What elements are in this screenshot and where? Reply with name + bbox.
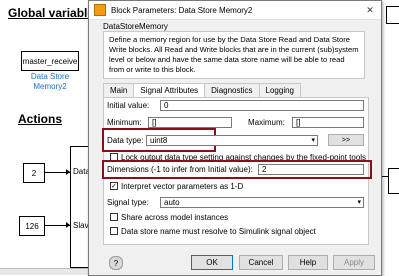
cancel-button[interactable]: Cancel bbox=[239, 255, 283, 270]
tab-logging[interactable]: Logging bbox=[258, 83, 301, 97]
data-store-memory-link[interactable]: Data Store Memory2 bbox=[20, 72, 80, 92]
share-across-instances-label: Share across model instances bbox=[121, 213, 229, 222]
maximum-label: Maximum: bbox=[248, 118, 285, 127]
minimum-label: Minimum: bbox=[107, 118, 142, 127]
data-type-assistant-button[interactable]: >> bbox=[328, 134, 364, 146]
interpret-vector-label: Interpret vector parameters as 1-D bbox=[121, 182, 244, 191]
signal-type-dropdown[interactable]: auto ▾ bbox=[160, 197, 364, 208]
apply-button[interactable]: Apply bbox=[333, 255, 375, 270]
constant-value-2: 126 bbox=[25, 221, 39, 231]
interpret-vector-checkbox[interactable]: ✓ bbox=[110, 182, 118, 190]
chevron-down-icon: ▾ bbox=[357, 199, 361, 206]
data-type-dropdown[interactable]: uint8 ▾ bbox=[146, 135, 318, 146]
data-store-block-text: master_receive bbox=[22, 56, 78, 66]
arrow-1-icon bbox=[66, 169, 70, 175]
signal-type-value: auto bbox=[164, 198, 180, 207]
dialog-title: Block Parameters: Data Store Memory2 bbox=[111, 5, 253, 15]
chevron-down-icon: ▾ bbox=[311, 137, 315, 144]
global-variables-heading: Global variables bbox=[8, 6, 101, 20]
constant-value-1: 2 bbox=[31, 168, 37, 178]
dialog-titlebar[interactable]: Block Parameters: Data Store Memory2 ✕ bbox=[89, 1, 381, 20]
ok-button[interactable]: OK bbox=[191, 255, 233, 270]
signal-attributes-panel: Initial value: 0 Minimum: [] Maximum: []… bbox=[102, 97, 372, 245]
initial-value-field[interactable]: 0 bbox=[160, 100, 364, 111]
dimensions-field[interactable]: 2 bbox=[258, 164, 364, 175]
tab-main[interactable]: Main bbox=[103, 83, 135, 97]
initial-value-label: Initial value: bbox=[107, 101, 150, 110]
constant-block-1[interactable]: 2 bbox=[23, 163, 45, 183]
data-store-memory-block[interactable]: master_receive bbox=[21, 51, 79, 71]
constant-block-2[interactable]: 126 bbox=[19, 216, 45, 236]
description-box: Define a memory region for use by the Da… bbox=[103, 31, 365, 79]
dimensions-label: Dimensions (-1 to infer from Initial val… bbox=[107, 165, 253, 174]
tab-bar: Main Signal Attributes Diagnostics Loggi… bbox=[103, 83, 301, 98]
simulink-block-icon bbox=[94, 4, 106, 16]
actions-heading: Actions bbox=[18, 112, 63, 126]
minimum-field[interactable]: [] bbox=[148, 117, 232, 128]
arrow-2-icon bbox=[66, 222, 70, 228]
close-icon[interactable]: ✕ bbox=[359, 1, 381, 19]
resolve-signal-object-label: Data store name must resolve to Simulink… bbox=[121, 227, 316, 236]
data-type-value: uint8 bbox=[150, 136, 168, 145]
tab-diagnostics[interactable]: Diagnostics bbox=[204, 83, 260, 97]
help-button[interactable]: Help bbox=[288, 255, 328, 270]
block-type-label: DataStoreMemory bbox=[103, 22, 168, 31]
share-across-instances-checkbox[interactable] bbox=[110, 213, 118, 221]
signal-type-label: Signal type: bbox=[107, 198, 149, 207]
tab-signal-attributes[interactable]: Signal Attributes bbox=[133, 83, 206, 98]
block-parameters-dialog: Block Parameters: Data Store Memory2 ✕ D… bbox=[88, 0, 382, 276]
maximum-field[interactable]: [] bbox=[292, 117, 364, 128]
data-type-label: Data type: bbox=[107, 136, 144, 145]
description-text: Define a memory region for use by the Da… bbox=[109, 35, 359, 74]
background-block-right-top bbox=[386, 6, 399, 24]
background-block-right-mid bbox=[388, 168, 399, 194]
block-help-icon[interactable]: ? bbox=[109, 256, 123, 270]
resolve-signal-object-checkbox[interactable] bbox=[110, 227, 118, 235]
